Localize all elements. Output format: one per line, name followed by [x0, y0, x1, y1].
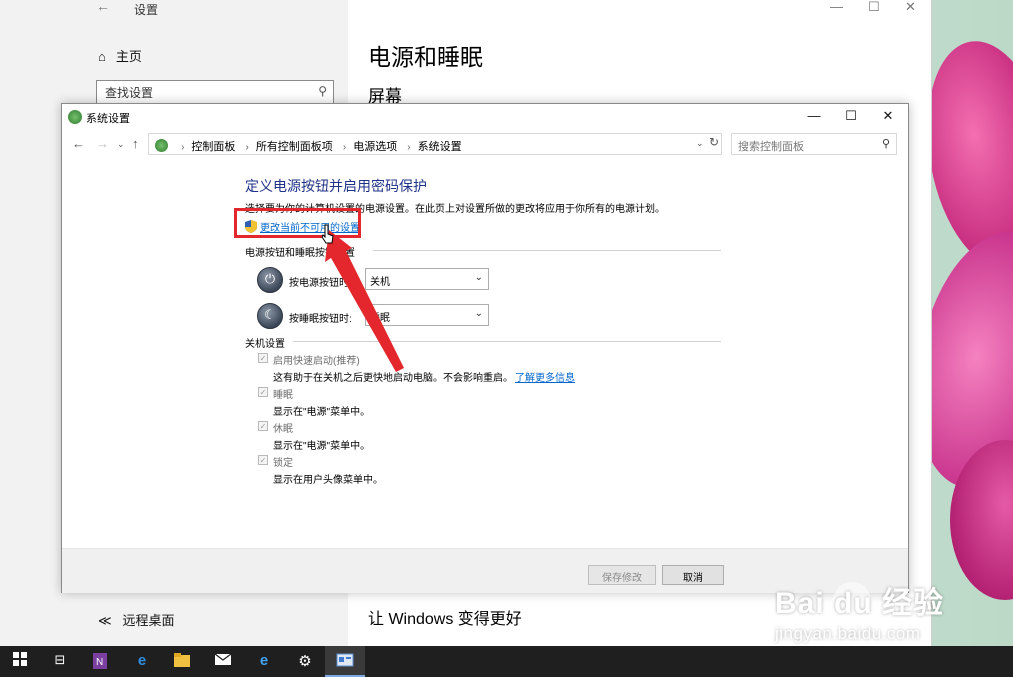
remote-icon: ≪	[98, 613, 112, 628]
control-panel-icon	[68, 110, 82, 124]
address-dropdown-icon[interactable]: ⌄	[696, 138, 704, 149]
power-buttons-group: 电源按钮和睡眠按钮设置	[245, 244, 725, 259]
power-group-label: 电源按钮和睡眠按钮设置	[245, 248, 355, 259]
power-button-value: 关机	[370, 277, 390, 288]
fast-startup-desc-text: 这有助于在关机之后更快地启动电脑。不会影响重启。	[273, 373, 513, 384]
onenote-icon[interactable]: N	[80, 646, 120, 677]
fast-startup-description: 这有助于在关机之后更快地启动电脑。不会影响重启。 了解更多信息	[245, 368, 725, 385]
dialog-titlebar: 系统设置 — ☐ ✕	[62, 104, 908, 130]
sleep-description: 显示在"电源"菜单中。	[273, 407, 371, 418]
mail-icon[interactable]	[203, 646, 243, 677]
annotation-highlight-box	[234, 208, 361, 238]
page-title: 电源和睡眠	[368, 44, 483, 70]
page-heading: 定义电源按钮并启用密码保护	[245, 178, 427, 194]
control-panel-icon[interactable]	[325, 646, 365, 677]
lock-label: 锁定	[273, 458, 293, 469]
system-settings-dialog: 系统设置 — ☐ ✕ ← → ⌄ ↑ › 控制面板 › 所有控制面板项 › 电源选项 …	[61, 103, 909, 593]
file-explorer-icon[interactable]	[162, 646, 202, 677]
power-button-icon: ⏻	[257, 267, 283, 293]
breadcrumb-item[interactable]: 系统设置	[418, 141, 462, 153]
power-button-select[interactable]: 关机 ⌄	[365, 268, 489, 290]
svg-text:N: N	[96, 657, 103, 668]
shutdown-group-label: 关机设置	[245, 339, 285, 350]
back-arrow-icon[interactable]: ←	[72, 136, 85, 151]
sleep-label: 睡眠	[273, 390, 293, 401]
power-button-label: 按电源按钮时:	[289, 278, 352, 289]
back-arrow-icon[interactable]: ←	[96, 0, 110, 14]
edge-icon[interactable]: e	[122, 646, 162, 677]
shutdown-group: 关机设置	[245, 335, 725, 351]
flower-wallpaper	[920, 20, 1013, 620]
home-icon: ⌂	[98, 49, 106, 64]
maximize-icon[interactable]: ☐	[841, 108, 861, 124]
chevron-down-icon: ⌄	[474, 308, 483, 319]
settings-title: 设置	[134, 3, 159, 17]
close-icon[interactable]: ✕	[905, 0, 916, 15]
settings-search-placeholder: 查找设置	[105, 86, 154, 100]
hibernate-checkbox-row: ✓ 休眠	[245, 419, 725, 436]
chevron-down-icon: ⌄	[474, 272, 483, 283]
search-icon: ⚲	[318, 84, 327, 98]
settings-search-input[interactable]: 查找设置 ⚲	[96, 80, 334, 104]
hibernate-checkbox[interactable]: ✓	[258, 421, 268, 431]
sleep-button-icon: ☾	[257, 303, 283, 329]
close-icon[interactable]: ✕	[878, 108, 898, 124]
control-panel-search-input[interactable]: 搜索控制面板 ⚲	[731, 133, 897, 155]
maximize-icon[interactable]: ☐	[868, 0, 880, 15]
sleep-button-label: 按睡眠按钮时:	[289, 314, 352, 325]
cp-search-placeholder: 搜索控制面板	[738, 141, 804, 153]
ie-icon[interactable]: e	[244, 646, 284, 677]
task-view-icon[interactable]: ⊟	[40, 646, 80, 677]
settings-titlebar: ← 设置 — ☐ ✕	[0, 0, 932, 20]
power-button-option: ⏻ 按电源按钮时: 关机 ⌄	[245, 263, 725, 299]
lock-description: 显示在用户头像菜单中。	[273, 475, 383, 486]
dialog-title: 系统设置	[86, 113, 130, 125]
section-title-improve: 让 Windows 变得更好	[368, 611, 522, 628]
remote-label: 远程桌面	[122, 613, 175, 628]
search-icon: ⚲	[881, 138, 890, 150]
up-arrow-icon[interactable]: ↑	[132, 136, 139, 151]
breadcrumb-item[interactable]: 所有控制面板项	[256, 141, 333, 153]
forward-arrow-icon[interactable]: →	[96, 136, 109, 151]
refresh-icon[interactable]: ↻	[709, 135, 719, 149]
sleep-button-value: 睡眠	[370, 313, 390, 324]
control-panel-icon	[155, 139, 168, 152]
recent-dropdown-icon[interactable]: ⌄	[117, 139, 125, 150]
hibernate-label: 休眠	[273, 424, 293, 435]
lock-checkbox[interactable]: ✓	[258, 455, 268, 465]
hibernate-description: 显示在"电源"菜单中。	[273, 441, 371, 452]
sleep-button-option: ☾ 按睡眠按钮时: 睡眠 ⌄	[245, 299, 725, 335]
sidebar-item-remote-desktop[interactable]: ≪ 远程桌面	[98, 610, 174, 629]
sleep-checkbox[interactable]: ✓	[258, 387, 268, 397]
fast-startup-label: 启用快速启动(推荐)	[273, 356, 360, 367]
watermark-brand: Bai du 经验	[775, 587, 945, 620]
sidebar-item-home[interactable]: ⌂ 主页	[98, 46, 142, 65]
start-icon[interactable]	[0, 646, 40, 677]
home-label: 主页	[115, 49, 142, 64]
settings-icon[interactable]: ⚙	[285, 646, 325, 677]
learn-more-link[interactable]: 了解更多信息	[515, 373, 575, 384]
fast-startup-checkbox[interactable]: ✓	[258, 353, 268, 363]
save-changes-button[interactable]: 保存修改	[588, 565, 656, 585]
minimize-icon[interactable]: —	[804, 108, 824, 123]
breadcrumb-item[interactable]: 电源选项	[353, 141, 397, 153]
mouse-pointer-icon	[321, 224, 334, 244]
address-bar-row: ← → ⌄ ↑ › 控制面板 › 所有控制面板项 › 电源选项 › 系统设置 ⌄ ↻ 搜…	[62, 131, 908, 157]
watermark-url: jingyan.baidu.com	[775, 624, 921, 643]
cancel-button[interactable]: 取消	[662, 565, 724, 585]
breadcrumb-item[interactable]: 控制面板	[191, 141, 235, 153]
taskbar: ⊟ N e e ⚙	[0, 646, 1013, 677]
address-breadcrumb[interactable]: › 控制面板 › 所有控制面板项 › 电源选项 › 系统设置	[148, 133, 722, 155]
sleep-button-select[interactable]: 睡眠 ⌄	[365, 304, 489, 326]
fast-startup-checkbox-row: ✓ 启用快速启动(推荐)	[245, 351, 725, 368]
baidu-jingyan-watermark: Bai du 经验 jingyan.baidu.com	[775, 576, 985, 656]
sleep-checkbox-row: ✓ 睡眠	[245, 385, 725, 402]
minimize-icon[interactable]: —	[830, 0, 843, 14]
lock-checkbox-row: ✓ 锁定	[245, 453, 725, 470]
